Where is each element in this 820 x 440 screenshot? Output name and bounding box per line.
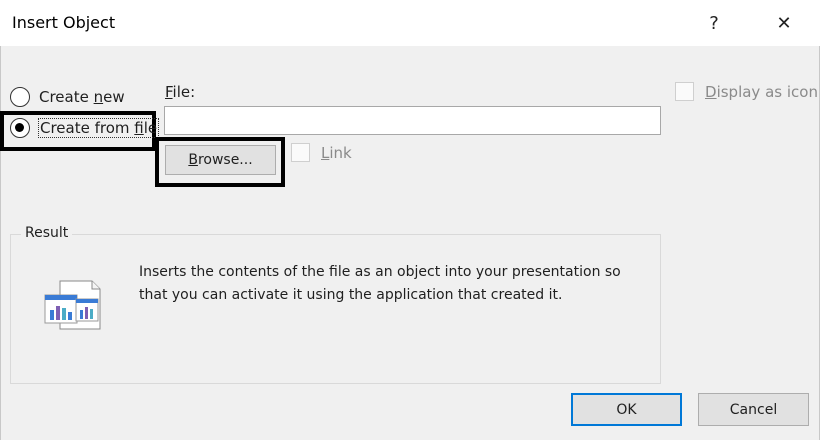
browse-button[interactable]: Browse... xyxy=(165,145,276,175)
cancel-button[interactable]: Cancel xyxy=(698,393,809,426)
close-button[interactable]: ✕ xyxy=(764,8,804,38)
create-new-radio[interactable] xyxy=(10,87,30,107)
ok-label: OK xyxy=(616,401,637,418)
dialog-title: Insert Object xyxy=(12,13,116,32)
create-from-file-label: Create from file xyxy=(37,118,160,138)
result-description: Inserts the contents of the file as an o… xyxy=(139,264,621,303)
link-label: Link xyxy=(321,143,352,162)
link-option[interactable]: Link xyxy=(291,143,352,162)
embedded-object-icon xyxy=(44,280,101,330)
create-from-file-radio[interactable] xyxy=(10,118,30,138)
file-label: File: xyxy=(165,83,196,101)
result-group: Result Inserts the contents of the file … xyxy=(10,225,661,384)
create-from-file-option[interactable]: Create from file xyxy=(10,118,160,138)
ok-button[interactable]: OK xyxy=(571,393,682,426)
close-icon: ✕ xyxy=(776,12,792,34)
display-as-icon-label: Display as icon xyxy=(705,82,818,101)
title-bar: Insert Object ? ✕ xyxy=(0,0,820,46)
display-as-icon-option[interactable]: Display as icon xyxy=(675,82,818,101)
browse-label: Browse... xyxy=(188,152,253,168)
window-border-left xyxy=(0,46,1,440)
help-button[interactable]: ? xyxy=(694,8,734,38)
file-path-input[interactable] xyxy=(164,106,661,135)
result-legend: Result xyxy=(21,225,73,241)
cancel-label: Cancel xyxy=(729,401,778,418)
help-icon: ? xyxy=(709,12,719,34)
create-new-label: Create new xyxy=(39,88,125,106)
display-as-icon-checkbox[interactable] xyxy=(675,82,694,101)
link-checkbox[interactable] xyxy=(291,143,310,162)
create-new-option[interactable]: Create new xyxy=(10,87,125,107)
